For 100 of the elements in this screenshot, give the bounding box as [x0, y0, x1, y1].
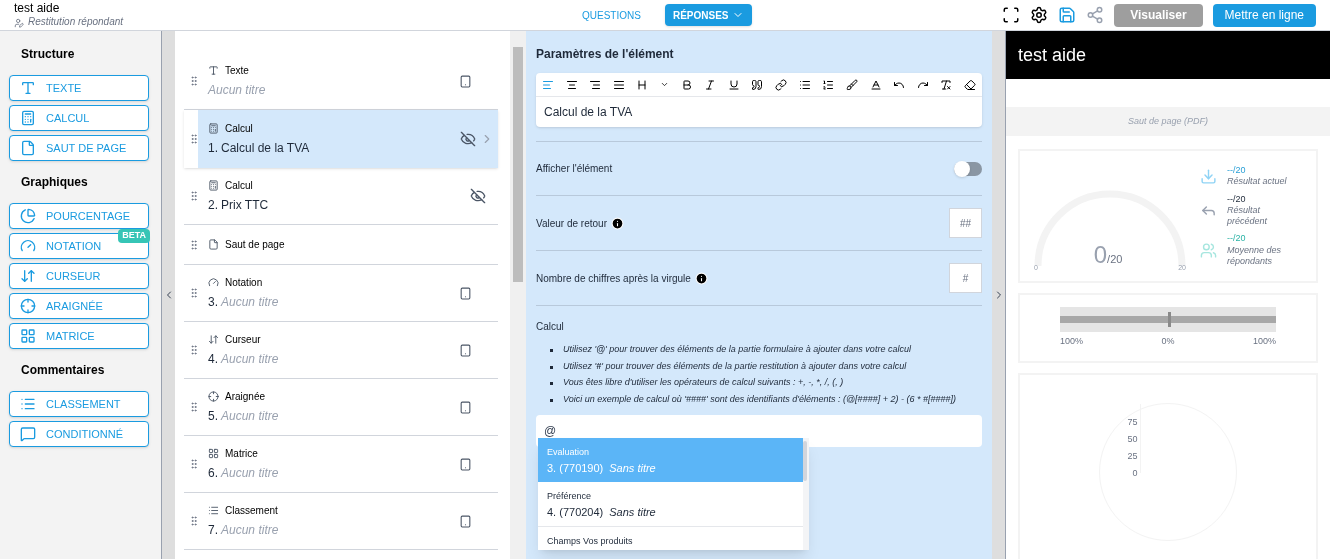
- tablet-icon[interactable]: [459, 514, 472, 528]
- radar-tick: 0: [1132, 467, 1138, 480]
- hint-text: Vous êtes libre d'utiliser les opérateurs de calcul suivants : +, -, *, /, (, ): [563, 376, 844, 389]
- drag-handle-icon[interactable]: [188, 287, 200, 299]
- tab[interactable]: QUESTIONS: [574, 4, 649, 26]
- element-row[interactable]: Notation 3. Aucun titre: [184, 265, 498, 322]
- tablet-icon[interactable]: [459, 74, 472, 88]
- caret-icon[interactable]: [660, 80, 670, 89]
- radar-tick: 25: [1127, 450, 1138, 463]
- add-element-button[interactable]: CALCUL: [9, 105, 149, 131]
- settings-icon[interactable]: [1030, 6, 1049, 24]
- tablet-icon[interactable]: [459, 286, 472, 300]
- add-element-button[interactable]: MATRICE: [9, 323, 149, 349]
- rich-text-editor[interactable]: Calcul de la TVA: [536, 73, 982, 127]
- text-format-icon[interactable]: [869, 78, 882, 91]
- element-type: Saut de page: [225, 238, 285, 252]
- tablet-icon[interactable]: [459, 400, 472, 414]
- field-label: Valeur de retour: [536, 216, 607, 231]
- element-row[interactable]: Araignée 5. Aucun titre: [184, 379, 498, 436]
- drag-handle-icon[interactable]: [188, 238, 200, 251]
- element-row[interactable]: Classement 7. Aucun titre: [184, 493, 498, 550]
- hint-text: Utilisez '@' pour trouver des éléments de la partie formulaire à ajouter dans votre calcul: [563, 343, 911, 356]
- justify-icon[interactable]: [612, 78, 625, 91]
- add-element-button[interactable]: SAUT DE PAGE: [9, 135, 149, 161]
- save-icon[interactable]: [1058, 6, 1077, 24]
- element-row[interactable]: Saut de page: [184, 225, 498, 265]
- fullscreen-icon[interactable]: [1002, 6, 1021, 24]
- align-left-icon[interactable]: [542, 78, 554, 91]
- publish-button[interactable]: Mettre en ligne: [1212, 3, 1316, 27]
- info-icon[interactable]: [694, 271, 708, 285]
- preview-button[interactable]: Visualiser: [1114, 3, 1203, 27]
- link-icon[interactable]: [775, 78, 788, 91]
- hint-text: Utilisez '#' pour trouver des éléments de la partie restitution à ajouter dans votre calcul: [563, 359, 907, 373]
- tablet-icon[interactable]: [459, 457, 472, 471]
- scrollbar[interactable]: [510, 31, 526, 559]
- suggestion-title: Sans titre: [609, 504, 656, 520]
- toggle-switch[interactable]: [954, 161, 982, 176]
- info-icon[interactable]: [610, 216, 624, 230]
- drag-handle-icon[interactable]: [188, 75, 200, 87]
- tab[interactable]: RÉPONSES: [664, 4, 753, 26]
- tablet-icon[interactable]: [459, 343, 472, 357]
- suggestion-category: Evaluation: [547, 446, 591, 459]
- eraser-icon[interactable]: [963, 78, 976, 91]
- stat-label: Moyenne des répondants: [1227, 244, 1283, 267]
- italic-icon[interactable]: [704, 78, 717, 91]
- add-element-button[interactable]: ARAIGNÉE: [9, 293, 149, 319]
- eye-off-icon[interactable]: [470, 188, 486, 204]
- speech-bubble-icon: [20, 426, 36, 442]
- gauge-icon: [208, 277, 219, 288]
- drag-handle-icon[interactable]: [188, 190, 200, 202]
- quote-icon[interactable]: [751, 78, 764, 91]
- grid-icon: [208, 448, 219, 459]
- bold-icon[interactable]: [680, 78, 693, 91]
- element-row[interactable]: Curseur 4. Aucun titre: [184, 322, 498, 379]
- section-title: Structure: [21, 46, 76, 63]
- numbered-list-icon[interactable]: [822, 78, 835, 91]
- list-icon: [208, 505, 219, 516]
- suggestion-title: Sans titre: [609, 460, 656, 476]
- clear-format-icon[interactable]: [940, 78, 953, 91]
- arrows-icon: [208, 334, 219, 345]
- element-number: 3.: [208, 294, 218, 311]
- drag-handle-icon[interactable]: [188, 344, 200, 356]
- add-element-button[interactable]: CURSEUR: [9, 263, 149, 289]
- suggestion-item[interactable]: Evaluation 3. (770190) Sans titre: [538, 438, 803, 482]
- eye-off-icon[interactable]: [460, 131, 476, 147]
- toggle-label: Afficher l'élément: [536, 162, 613, 176]
- preview-title: test aide: [1018, 43, 1087, 67]
- align-center-icon[interactable]: [565, 78, 578, 91]
- stat-label: Résultat précédent: [1227, 204, 1269, 228]
- add-element-button[interactable]: POURCENTAGE: [9, 203, 149, 229]
- project-subtitle: Restitution répondant: [28, 16, 124, 29]
- element-number: 6.: [208, 465, 218, 482]
- page-break-label: Saut de page (PDF): [1127, 114, 1208, 128]
- brush-icon[interactable]: [845, 78, 858, 91]
- add-element-button[interactable]: CLASSEMENT: [9, 391, 149, 417]
- cursor-label: 100%: [1060, 335, 1084, 348]
- input-field[interactable]: ##: [949, 208, 982, 238]
- drag-handle-icon[interactable]: [188, 515, 200, 527]
- add-element-button[interactable]: CONDITIONNÉ: [9, 421, 149, 447]
- stat-value: --/20: [1227, 233, 1247, 245]
- bullet-list-icon[interactable]: [798, 78, 811, 91]
- font-size-icon[interactable]: [636, 78, 649, 91]
- hint-text: Voici un exemple de calcul où '####' sont des identifiants d'éléments : (@[####] + 2) - (6 * #[####]): [563, 392, 956, 406]
- people-icon: [1200, 241, 1217, 259]
- element-number: 1.: [208, 140, 218, 157]
- element-type: Araignée: [225, 390, 266, 404]
- input-field[interactable]: #: [949, 263, 982, 293]
- element-row[interactable]: Matrice 6. Aucun titre: [184, 436, 498, 493]
- element-number: 2.: [208, 197, 218, 214]
- align-right-icon[interactable]: [589, 78, 602, 91]
- drag-handle-icon[interactable]: [188, 401, 200, 413]
- element-row[interactable]: Calcul 2. Prix TTC: [184, 168, 498, 225]
- cursor-label: 100%: [1252, 335, 1276, 348]
- text-icon: [208, 65, 219, 76]
- page-icon: [20, 140, 36, 156]
- drag-handle-icon[interactable]: [188, 458, 200, 470]
- underline-icon[interactable]: [727, 78, 740, 91]
- stat-label: Résultat actuel: [1227, 176, 1288, 188]
- add-element-button[interactable]: TEXTE: [9, 75, 149, 101]
- drag-handle-icon[interactable]: [188, 133, 200, 145]
